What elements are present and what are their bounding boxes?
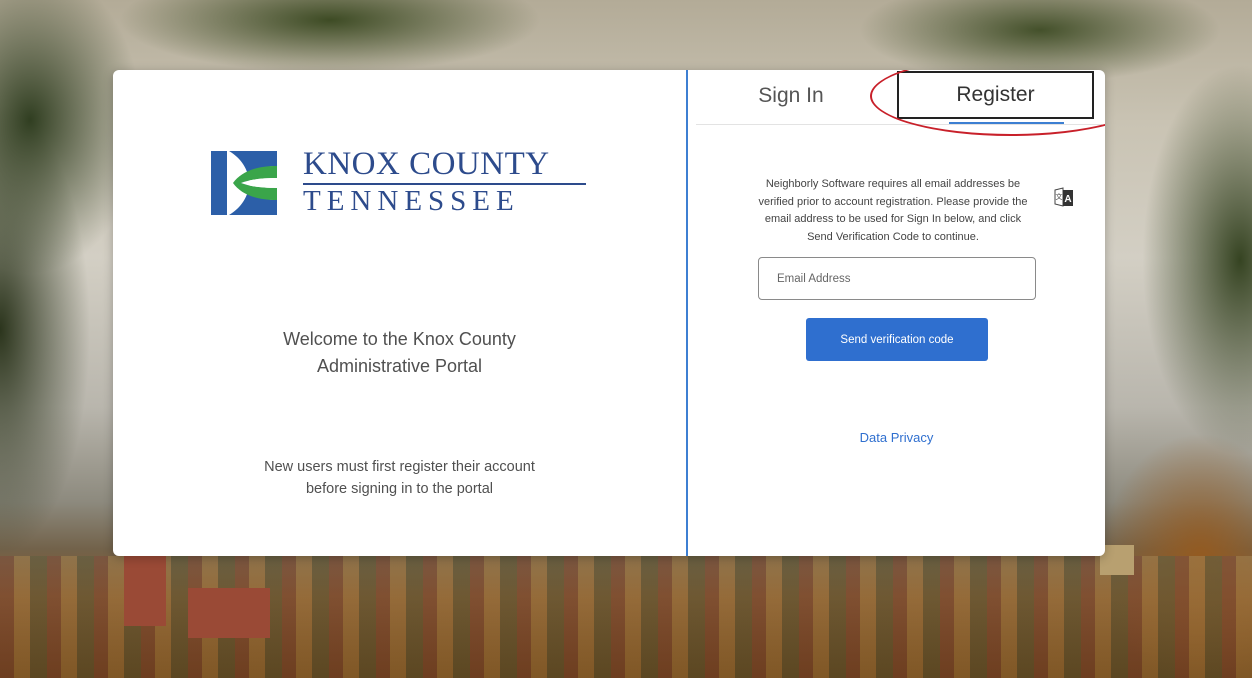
logo-subtitle: TENNESSEE	[303, 185, 520, 217]
info-line: email address to be used for Sign In bel…	[764, 213, 1022, 225]
logo-title: KNOX COUNTY	[303, 146, 550, 182]
background-building	[188, 588, 270, 638]
welcome-line: Administrative Portal	[316, 356, 483, 376]
info-line: Send Verification Code to continue.	[807, 230, 979, 243]
tab-register[interactable]: Register	[897, 71, 1094, 119]
data-privacy-link[interactable]: Data Privacy	[688, 430, 1105, 445]
welcome-panel: KNOX COUNTY TENNESSEE Welcome to the Kno…	[113, 70, 686, 556]
welcome-line: Welcome to the Knox County	[283, 329, 516, 349]
info-line: Neighborly Software requires all email a…	[765, 178, 1021, 190]
active-tab-indicator	[949, 122, 1064, 124]
auth-panel: Sign In Register Neighborly Software req…	[688, 70, 1105, 556]
new-users-line: before signing in to the portal	[305, 481, 493, 497]
email-address-input[interactable]	[758, 257, 1036, 300]
tab-sign-in[interactable]: Sign In	[696, 70, 886, 122]
svg-text:A: A	[1064, 194, 1071, 205]
knox-county-logo-mark	[211, 151, 277, 215]
info-line: verified prior to account registration. …	[758, 195, 1028, 208]
translate-icon[interactable]: A 文	[1053, 186, 1075, 208]
new-users-line: New users must first register their acco…	[264, 459, 535, 475]
new-users-note: New users must first register their acco…	[113, 456, 686, 500]
knox-county-logo: KNOX COUNTY TENNESSEE	[211, 146, 591, 218]
welcome-heading: Welcome to the Knox County Administrativ…	[113, 326, 686, 380]
auth-tabs: Sign In Register	[696, 70, 1105, 136]
portal-card: KNOX COUNTY TENNESSEE Welcome to the Kno…	[113, 70, 1105, 556]
svg-text:文: 文	[1056, 192, 1063, 201]
background-building	[124, 556, 166, 626]
verification-info: Neighborly Software requires all email a…	[743, 176, 1043, 246]
send-verification-code-button[interactable]: Send verification code	[806, 318, 988, 361]
background-building	[1100, 545, 1134, 575]
